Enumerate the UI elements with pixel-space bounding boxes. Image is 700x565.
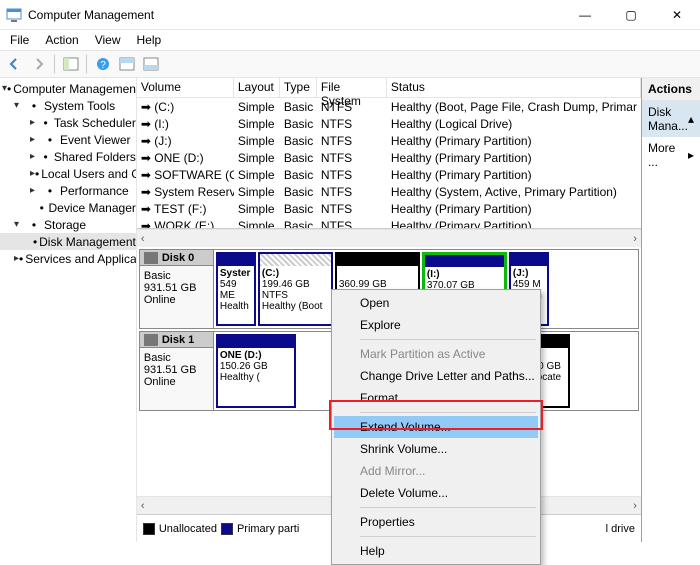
volume-row[interactable]: ➡ WORK (E:)SimpleBasicNTFSHealthy (Prima… (137, 217, 641, 229)
tree-item[interactable]: •Device Manager (0, 199, 136, 216)
volume-row[interactable]: ➡ (J:)SimpleBasicNTFSHealthy (Primary Pa… (137, 132, 641, 149)
tree-item[interactable]: ▸•Task Scheduler (0, 114, 136, 131)
context-menu-item[interactable]: Shrink Volume... (334, 438, 538, 460)
view-top-button[interactable] (116, 53, 138, 75)
context-menu-item: Mark Partition as Active (334, 343, 538, 365)
volume-row[interactable]: ➡ ONE (D:)SimpleBasicNTFSHealthy (Primar… (137, 149, 641, 166)
actions-title: Actions (642, 78, 700, 101)
nav-tree[interactable]: ▾•Computer Management (Local▾•System Too… (0, 78, 137, 542)
tree-item[interactable]: ▸•Shared Folders (0, 148, 136, 165)
actions-more-label: More ... (648, 141, 688, 169)
menu-separator (360, 507, 536, 508)
app-icon (6, 7, 22, 23)
menu-action[interactable]: Action (39, 31, 84, 49)
actions-pane: Actions Disk Mana...▴ More ...▸ (642, 78, 700, 542)
help-button[interactable]: ? (92, 53, 114, 75)
col-layout[interactable]: Layout (234, 78, 280, 97)
actions-more[interactable]: More ...▸ (642, 137, 700, 173)
context-menu-item[interactable]: Change Drive Letter and Paths... (334, 365, 538, 387)
context-menu-item[interactable]: Open (334, 292, 538, 314)
partition[interactable]: Syster549 MEHealth (216, 252, 256, 326)
title-bar: Computer Management — ▢ ✕ (0, 0, 700, 30)
tree-item[interactable]: ▸•Services and Applications (0, 250, 136, 267)
legend-primary: Primary parti (237, 523, 299, 535)
view-bottom-button[interactable] (140, 53, 162, 75)
legend-swatch-unallocated (143, 523, 155, 535)
tree-item[interactable]: ▾•Storage (0, 216, 136, 233)
menu-separator (360, 339, 536, 340)
toolbar-separator (86, 54, 88, 74)
close-button[interactable]: ✕ (654, 0, 700, 30)
legend-logical: l drive (606, 523, 635, 535)
context-menu-item[interactable]: Delete Volume... (334, 482, 538, 504)
volume-list[interactable]: ➡ (C:)SimpleBasicNTFSHealthy (Boot, Page… (137, 98, 641, 229)
context-menu[interactable]: OpenExplore Mark Partition as ActiveChang… (331, 289, 541, 565)
window-title: Computer Management (28, 8, 154, 22)
partition[interactable]: ONE (D:)150.26 GBHealthy ( (216, 334, 296, 408)
maximize-button[interactable]: ▢ (608, 0, 654, 30)
col-filesystem[interactable]: File System (317, 78, 387, 97)
context-menu-item: Add Mirror... (334, 460, 538, 482)
col-volume[interactable]: Volume (137, 78, 234, 97)
back-button[interactable] (4, 53, 26, 75)
minimize-button[interactable]: — (562, 0, 608, 30)
actions-item-label: Disk Mana... (648, 105, 688, 133)
legend-swatch-primary (221, 523, 233, 535)
disk-header[interactable]: Disk 0Basic931.51 GBOnline (140, 250, 214, 328)
menu-bar: File Action View Help (0, 30, 700, 50)
legend-unallocated: Unallocated (159, 523, 217, 535)
toolbar: ? (0, 50, 700, 78)
context-menu-item[interactable]: Help (334, 540, 538, 562)
toolbar-separator (54, 54, 56, 74)
volume-row[interactable]: ➡ TEST (F:)SimpleBasicNTFSHealthy (Prima… (137, 200, 641, 217)
context-menu-item[interactable]: Extend Volume... (334, 416, 538, 438)
disk-header[interactable]: Disk 1Basic931.51 GBOnline (140, 332, 214, 410)
show-hide-button[interactable] (60, 53, 82, 75)
tree-item[interactable]: ▸•Local Users and Groups (0, 165, 136, 182)
col-status[interactable]: Status (387, 78, 641, 97)
context-menu-item[interactable]: Properties (334, 511, 538, 533)
tree-item[interactable]: ▾•System Tools (0, 97, 136, 114)
context-menu-item[interactable]: Format... (334, 387, 538, 409)
menu-separator (360, 536, 536, 537)
menu-file[interactable]: File (4, 31, 35, 49)
volume-row[interactable]: ➡ SOFTWARE (G:)SimpleBasicNTFSHealthy (P… (137, 166, 641, 183)
menu-separator (360, 412, 536, 413)
volume-row[interactable]: ➡ System ReservedSimpleBasicNTFSHealthy … (137, 183, 641, 200)
svg-text:?: ? (100, 60, 106, 71)
volume-row[interactable]: ➡ (C:)SimpleBasicNTFSHealthy (Boot, Page… (137, 98, 641, 115)
menu-help[interactable]: Help (131, 31, 168, 49)
col-type[interactable]: Type (280, 78, 317, 97)
scrollbar-horizontal[interactable]: ‹› (137, 229, 641, 247)
context-menu-item[interactable]: Explore (334, 314, 538, 336)
volume-list-header[interactable]: Volume Layout Type File System Status (137, 78, 641, 98)
actions-item[interactable]: Disk Mana...▴ (642, 101, 700, 137)
volume-row[interactable]: ➡ (I:)SimpleBasicNTFSHealthy (Logical Dr… (137, 115, 641, 132)
menu-view[interactable]: View (89, 31, 127, 49)
partition[interactable]: (C:)199.46 GB NTFSHealthy (Boot (258, 252, 333, 326)
chevron-up-icon: ▴ (688, 112, 694, 126)
tree-item[interactable]: ▸•Performance (0, 182, 136, 199)
tree-item[interactable]: ▾•Computer Management (Local (0, 80, 136, 97)
tree-item[interactable]: ▸•Event Viewer (0, 131, 136, 148)
chevron-right-icon: ▸ (688, 148, 694, 162)
tree-item[interactable]: •Disk Management (0, 233, 136, 250)
forward-button[interactable] (28, 53, 50, 75)
